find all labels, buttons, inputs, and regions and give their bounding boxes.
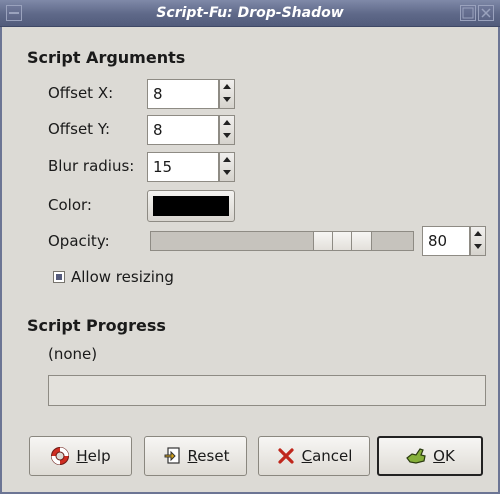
offset-y-stepper[interactable] [219,115,235,145]
increment-arrow-icon[interactable] [220,153,234,167]
script-progress-bar [48,375,486,406]
lifebuoy-icon [51,447,70,465]
ok-hand-icon [406,448,426,464]
color-label: Color: [48,196,92,214]
color-swatch [153,196,229,216]
offset-x-spinbox[interactable]: 8 [147,79,235,109]
opacity-slider-handle[interactable] [313,231,372,251]
offset-x-label: Offset X: [48,84,114,102]
ok-button-label: OK [433,447,455,465]
blur-radius-label: Blur radius: [48,157,135,175]
increment-arrow-icon[interactable] [220,116,234,130]
progress-status-text: (none) [48,345,98,363]
maximize-button[interactable] [460,5,476,21]
opacity-label: Opacity: [48,232,110,250]
color-picker-button[interactable] [147,190,235,222]
cancel-button-label: Cancel [301,447,353,465]
ok-button[interactable]: OK [377,436,483,476]
offset-x-value[interactable]: 8 [153,85,163,103]
cancel-button[interactable]: Cancel [258,436,370,476]
decrement-arrow-icon[interactable] [220,130,234,144]
close-icon [481,8,491,18]
window-title: Script-Fu: Drop-Shadow [156,5,344,21]
decrement-arrow-icon[interactable] [220,94,234,108]
opacity-stepper[interactable] [470,226,486,256]
opacity-value[interactable]: 80 [428,232,447,250]
close-button[interactable] [478,5,494,21]
script-progress-heading: Script Progress [27,316,166,335]
reset-icon [164,447,180,464]
maximize-icon [462,7,474,19]
script-arguments-heading: Script Arguments [27,48,186,67]
window-titlebar[interactable]: Script-Fu: Drop-Shadow [0,0,500,27]
blur-radius-spinbox[interactable]: 15 [147,152,235,182]
increment-arrow-icon[interactable] [220,80,234,94]
decrement-arrow-icon[interactable] [471,241,485,255]
cancel-x-icon [277,448,294,464]
offset-y-label: Offset Y: [48,120,111,138]
allow-resizing-label[interactable]: Allow resizing [71,268,174,286]
blur-radius-value[interactable]: 15 [153,158,172,176]
offset-y-spinbox[interactable]: 8 [147,115,235,145]
opacity-spinbox[interactable]: 80 [422,226,486,256]
blur-radius-stepper[interactable] [219,152,235,182]
reset-button-label: Reset [187,447,230,465]
offset-x-stepper[interactable] [219,79,235,109]
decrement-arrow-icon[interactable] [220,167,234,181]
help-button[interactable]: Help [29,436,132,476]
offset-y-value[interactable]: 8 [153,121,163,139]
opacity-slider[interactable] [150,231,414,251]
help-button-label: Help [76,447,111,465]
reset-button[interactable]: Reset [144,436,247,476]
allow-resizing-checkbox[interactable] [53,271,65,283]
increment-arrow-icon[interactable] [471,227,485,241]
